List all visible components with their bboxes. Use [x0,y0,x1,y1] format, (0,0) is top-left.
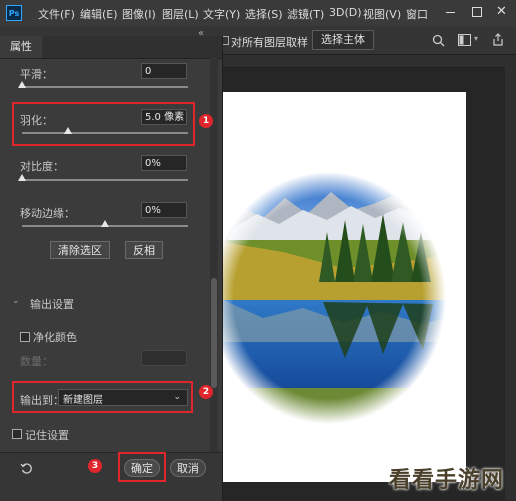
workspace-dropdown-icon[interactable]: ▾ [474,34,478,43]
clear-selection-button[interactable]: 清除选区 [50,241,110,259]
contrast-input[interactable]: 0% [141,155,187,171]
close-icon[interactable]: ✕ [496,4,507,19]
ruler-top [223,55,516,68]
annotation-badge-3: 3 [88,459,102,473]
panel-header: 属性 [0,36,222,59]
share-icon[interactable] [492,33,504,46]
canvas-vertical-scrollbar[interactable] [505,67,516,500]
decontaminate-checkbox[interactable] [20,332,30,342]
remember-settings-checkbox[interactable] [12,429,22,439]
annotation-badge-2: 2 [199,385,213,399]
shift-edge-input[interactable]: 0% [141,202,187,218]
output-settings-heading[interactable]: 输出设置 [30,296,74,312]
shift-edge-label: 移动边缘： [20,207,75,220]
remember-settings-label: 记住设置 [25,429,69,442]
reset-icon[interactable] [20,462,33,475]
output-highlight-box [12,381,193,413]
sample-all-layers-label: 对所有图层取样 [231,36,308,49]
shift-edge-slider-knob[interactable] [101,220,109,227]
smooth-slider-knob[interactable] [18,81,26,88]
menu-select[interactable]: 选择(S) [245,6,283,22]
menu-filter[interactable]: 滤镜(T) [287,6,324,22]
amount-input [141,350,187,366]
invert-button[interactable]: 反相 [125,241,163,259]
feather-highlight-box [12,102,195,146]
menu-layer[interactable]: 图层(L) [162,6,199,22]
smooth-label: 平滑： [20,68,53,81]
menu-view[interactable]: 视图(V) [363,6,401,22]
annotation-badge-1: 1 [199,114,213,128]
ok-highlight-box [118,452,166,482]
amount-label: 数量： [20,355,53,368]
select-subject-button[interactable]: 选择主体 [312,30,374,50]
decontaminate-label: 净化颜色 [33,331,77,344]
cancel-button[interactable]: 取消 [170,459,206,477]
minimize-icon[interactable] [446,12,455,13]
menu-3d[interactable]: 3D(D) [329,6,362,19]
menu-image[interactable]: 图像(I) [122,6,156,22]
panel-scroll-thumb[interactable] [211,278,217,388]
menu-bar: Ps 文件(F) 编辑(E) 图像(I) 图层(L) 文字(Y) 选择(S) 滤… [0,0,516,27]
contrast-slider-knob[interactable] [18,174,26,181]
search-icon[interactable] [432,34,445,47]
workspace-icon[interactable] [458,34,471,46]
chevron-down-icon[interactable]: ⌄ [12,296,20,306]
contrast-label: 对比度： [20,160,64,173]
feathered-landscape-image [223,162,466,428]
menu-file[interactable]: 文件(F) [38,6,75,22]
smooth-slider[interactable] [22,86,188,88]
tab-properties[interactable]: 属性 [0,36,42,58]
smooth-input[interactable]: 0 [141,63,187,79]
watermark: 看看手游网 [389,468,505,493]
menu-type[interactable]: 文字(Y) [203,6,240,22]
menu-edit[interactable]: 编辑(E) [80,6,118,22]
restore-icon[interactable] [472,7,482,17]
contrast-slider[interactable] [22,179,188,181]
photoshop-logo: Ps [6,5,22,21]
menu-window[interactable]: 窗口 [406,6,428,22]
